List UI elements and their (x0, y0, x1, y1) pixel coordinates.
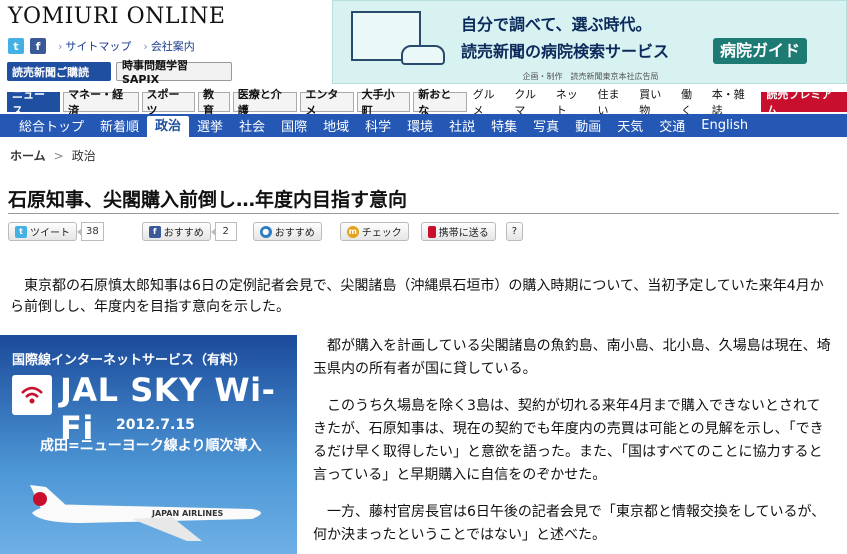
subtab-video[interactable]: 動画 (567, 116, 609, 135)
mixi-recommend-label: おすすめ (274, 228, 315, 239)
banner-badge: 病院ガイド (713, 38, 808, 64)
subtab-top[interactable]: 総合トップ (11, 116, 92, 135)
send-to-mobile-label: 携帯に送る (438, 228, 489, 239)
tab-sports[interactable]: スポーツ (141, 88, 195, 117)
help-button[interactable]: ? (505, 222, 524, 241)
subtab-international[interactable]: 国際 (273, 116, 315, 135)
mobile-phone-icon (427, 225, 436, 238)
check-icon: m (346, 225, 359, 238)
subtab-politics[interactable]: 政治 (147, 116, 190, 137)
tab-entame[interactable]: エンタメ (300, 88, 354, 117)
primary-nav: ニュース マネー・経済 スポーツ 教育 医療と介護 エンタメ 大手小町 新おとな… (7, 88, 847, 117)
breadcrumb-home[interactable]: ホーム (10, 147, 46, 164)
sapix-button[interactable]: 時事問題学習 SAPIX (116, 59, 232, 86)
facebook-recommend-label: おすすめ (163, 228, 204, 239)
breadcrumb-current[interactable]: 政治 (72, 147, 96, 164)
site-logo[interactable]: YOMIURI ONLINE (8, 4, 225, 29)
subtab-english[interactable]: English (693, 118, 756, 133)
subtab-science[interactable]: 科学 (357, 116, 399, 135)
article-paragraph: 一方、藤村官房長官は6日午後の記者会見で「東京都と情報交換をしているが、何か決ま… (313, 504, 826, 543)
tab-money[interactable]: マネー・経済 (63, 88, 139, 117)
tweet-label: ツイート (30, 228, 70, 239)
tab-car[interactable]: クルマ (511, 88, 549, 117)
facebook-icon: f (148, 225, 161, 238)
tab-premium[interactable]: 読売プレミアム (761, 88, 847, 117)
tab-housing[interactable]: 住まい (594, 88, 633, 117)
tab-medical[interactable]: 医療と介護 (232, 88, 298, 117)
airplane-icon: JAPAN AIRLINES (30, 485, 261, 541)
facebook-count: 2 (210, 222, 237, 241)
tab-net[interactable]: ネット (553, 88, 592, 117)
mixi-recommend-button[interactable]: ● おすすめ (252, 222, 322, 241)
wifi-logo-icon (12, 375, 52, 415)
tab-gourmet[interactable]: グルメ (470, 88, 509, 117)
article-paragraph: このうち久場島を除く3島は、契約が切れる来年4月まで購入できないとされてきたが、… (313, 398, 824, 483)
wifi-icon (21, 386, 43, 404)
secondary-nav: 総合トップ 新着順 政治 選挙 社会 国際 地域 科学 環境 社説 特集 写真 … (0, 114, 847, 137)
mixi-icon: ● (259, 225, 272, 238)
computer-illustration-icon (351, 11, 445, 65)
title-divider (8, 213, 839, 214)
tab-otona[interactable]: 新おとな (413, 88, 467, 117)
check-label: チェック (361, 228, 402, 239)
tweet-count: 38 (77, 222, 104, 241)
tab-shopping[interactable]: 買い物 (636, 88, 675, 117)
banner-line2: 読売新聞の病院検索サービス (461, 42, 670, 61)
ad-date: 2012.7.15 (116, 417, 195, 433)
subtab-local[interactable]: 地域 (315, 116, 357, 135)
subtab-latest[interactable]: 新着順 (92, 116, 147, 135)
banner-line1: 自分で調べて、選ぶ時代。 (461, 15, 652, 34)
article-title: 石原知事、尖閣購入前倒し…年度内目指す意向 (8, 189, 408, 211)
subtab-editorial[interactable]: 社説 (441, 116, 483, 135)
hospital-guide-banner[interactable]: 自分で調べて、選ぶ時代。 読売新聞の病院検索サービス 病院ガイド 企画・制作 読… (332, 0, 847, 84)
article-paragraph: 都が購入を計画している尖閣諸島の魚釣島、南小島、北小島、久場島は現在、埼玉県内の… (313, 338, 831, 377)
facebook-recommend-button[interactable]: f おすすめ (141, 222, 211, 241)
breadcrumb: ホーム > 政治 (10, 147, 96, 164)
tab-news[interactable]: ニュース (7, 88, 61, 117)
tweet-button[interactable]: t ツイート (8, 222, 77, 241)
share-bar: t ツイート 38 f おすすめ 2 ● おすすめ m チェック 携帯に送る ? (8, 222, 524, 241)
facebook-icon[interactable]: f (30, 38, 46, 54)
send-to-mobile-button[interactable]: 携帯に送る (420, 222, 496, 241)
banner-credit: 企画・制作 読売新聞東京本社広告局 (522, 72, 659, 81)
subtab-photo[interactable]: 写真 (525, 116, 567, 135)
tab-books[interactable]: 本・雑誌 (709, 88, 759, 117)
subtab-environment[interactable]: 環境 (399, 116, 441, 135)
subtab-election[interactable]: 選挙 (189, 116, 231, 135)
subtab-traffic[interactable]: 交通 (651, 116, 693, 135)
article-paragraph: 東京都の石原慎太郎知事は6日の定例記者会見で、尖閣諸島（沖縄県石垣市）の購入時期… (10, 278, 824, 315)
tab-komachi[interactable]: 大手小町 (356, 88, 411, 117)
jal-wifi-ad[interactable]: 国際線インターネットサービス（有料） JAL SKY Wi-Fi 2012.7.… (0, 335, 297, 554)
ad-route: 成田=ニューヨーク線より順次導入 (40, 438, 262, 454)
breadcrumb-separator: > (53, 148, 64, 163)
header-social: t f サイトマップ 会社案内 (8, 38, 195, 54)
subscribe-button[interactable]: 読売新聞ご購読 (7, 62, 111, 81)
ad-livery-text: JAPAN AIRLINES (151, 509, 224, 518)
ad-headline: 国際線インターネットサービス（有料） (12, 353, 247, 368)
subtab-feature[interactable]: 特集 (483, 116, 525, 135)
tab-education[interactable]: 教育 (197, 88, 230, 117)
twitter-icon[interactable]: t (8, 38, 24, 54)
subtab-society[interactable]: 社会 (231, 116, 273, 135)
sitemap-link[interactable]: サイトマップ (58, 38, 131, 54)
twitter-bird-icon: t (15, 225, 27, 238)
company-link[interactable]: 会社案内 (143, 38, 195, 54)
tab-work[interactable]: 働く (678, 88, 706, 117)
subtab-weather[interactable]: 天気 (609, 116, 651, 135)
check-button[interactable]: m チェック (339, 222, 409, 241)
